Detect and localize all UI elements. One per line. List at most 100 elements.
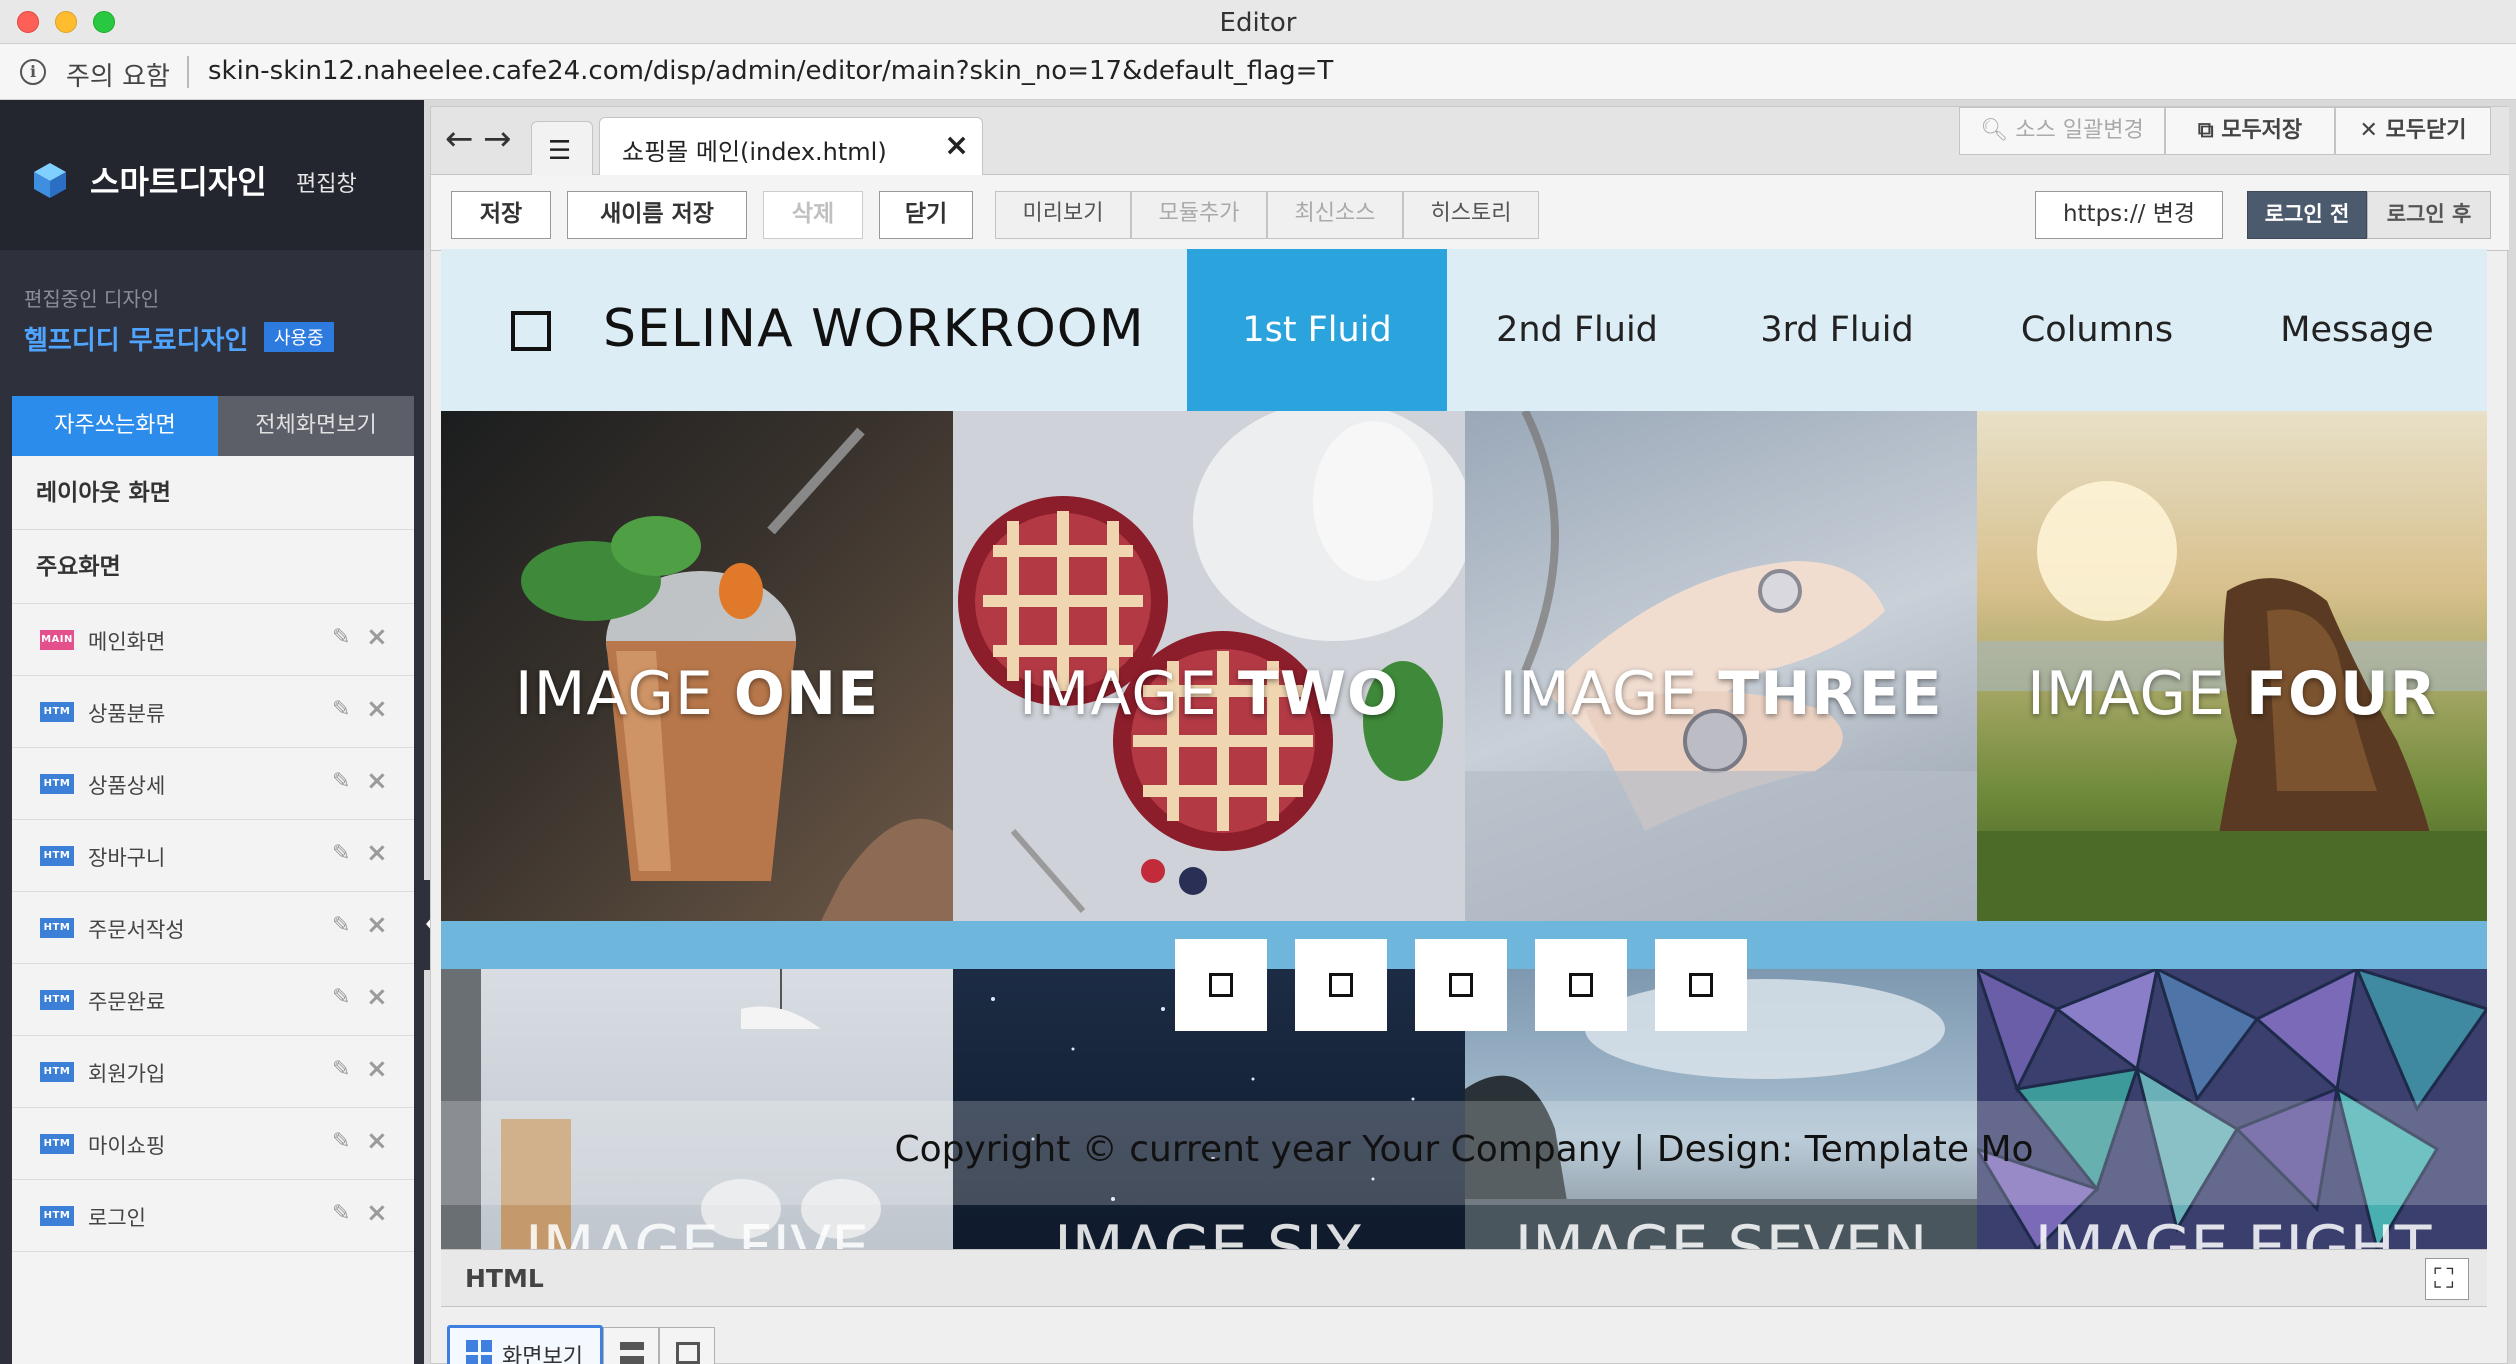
slider-dot-button[interactable] bbox=[1655, 939, 1747, 1031]
slider-dot-button[interactable] bbox=[1175, 939, 1267, 1031]
tile-caption-row2: IMAGE SEVEN bbox=[1514, 1213, 1928, 1249]
section-main-screens[interactable]: 주요화면 bbox=[12, 530, 414, 604]
history-button[interactable]: 히스토리 bbox=[1403, 191, 1539, 239]
site-title: SELINA WORKROOM bbox=[603, 299, 1145, 359]
slider-dot-button[interactable] bbox=[1535, 939, 1627, 1031]
close-all-button[interactable]: ✕ 모두닫기 bbox=[2335, 107, 2491, 155]
after-login-toggle[interactable]: 로그인 후 bbox=[2367, 191, 2491, 239]
source-bulk-change-button[interactable]: 🔍︎ 소스 일괄변경 bbox=[1959, 107, 2165, 155]
editing-design-label: 편집중인 디자인 bbox=[24, 287, 160, 311]
site-nav-item[interactable]: 2nd Fluid bbox=[1447, 249, 1707, 411]
sidebar-item[interactable]: HTM 회원가입 ✎ × bbox=[12, 1036, 414, 1108]
file-tab-index[interactable]: 쇼핑몰 메인(index.html) × bbox=[599, 117, 983, 177]
delete-x-icon[interactable]: × bbox=[366, 766, 388, 796]
sidebar-item[interactable]: HTM 로그인 ✎ × bbox=[12, 1180, 414, 1252]
gallery-tile-1[interactable]: IMAGE ONE bbox=[441, 411, 953, 921]
site-nav-item[interactable]: 3rd Fluid bbox=[1707, 249, 1967, 411]
view-screen-label: 화면보기 bbox=[502, 1345, 583, 1364]
address-bar[interactable]: i 주의 요함 skin-skin12.naheelee.cafe24.com/… bbox=[0, 44, 2516, 100]
screen-list-panel: 레이아웃 화면 주요화면 MAIN 메인화면 ✎ × HTM 상품분류 ✎ × HTM 상품상세 ✎… bbox=[12, 456, 414, 1364]
delete-x-icon[interactable]: × bbox=[366, 622, 388, 652]
pencil-icon[interactable]: ✎ bbox=[332, 1129, 350, 1154]
grid-icon bbox=[466, 1340, 492, 1364]
sidebar-item[interactable]: MAIN 메인화면 ✎ × bbox=[12, 604, 414, 676]
https-change-button[interactable]: https:// 변경 bbox=[2035, 191, 2223, 239]
code-view-icon bbox=[676, 1342, 700, 1364]
site-nav-item[interactable]: 1st Fluid bbox=[1187, 249, 1447, 411]
gallery-tile-2[interactable]: IMAGE TWO bbox=[953, 411, 1465, 921]
window-titlebar: Editor bbox=[0, 0, 2516, 44]
footer-copyright: Copyright © current year Your Company | … bbox=[894, 1129, 2034, 1170]
before-login-toggle[interactable]: 로그인 전 bbox=[2247, 191, 2367, 239]
sidebar-item[interactable]: HTM 주문서작성 ✎ × bbox=[12, 892, 414, 964]
close-button[interactable]: 닫기 bbox=[879, 191, 973, 239]
delete-x-icon[interactable]: × bbox=[366, 1054, 388, 1084]
delete-button[interactable]: 삭제 bbox=[763, 191, 863, 239]
slider-dot-button[interactable] bbox=[1295, 939, 1387, 1031]
tile-caption-1: IMAGE ONE bbox=[514, 659, 880, 729]
square-icon bbox=[1449, 973, 1473, 997]
delete-x-icon[interactable]: × bbox=[366, 694, 388, 724]
delete-x-icon[interactable]: × bbox=[366, 1198, 388, 1228]
section-layout-screens[interactable]: 레이아웃 화면 bbox=[12, 456, 414, 530]
square-icon bbox=[1569, 973, 1593, 997]
add-module-button[interactable]: 모듈추가 bbox=[1131, 191, 1267, 239]
square-icon bbox=[1209, 973, 1233, 997]
sidebar-item-label: 로그인 bbox=[88, 1206, 146, 1230]
pencil-icon[interactable]: ✎ bbox=[332, 625, 350, 650]
pencil-icon[interactable]: ✎ bbox=[332, 1201, 350, 1226]
view-screen-button[interactable]: 화면보기 bbox=[447, 1325, 603, 1364]
square-icon bbox=[1689, 973, 1713, 997]
site-nav-item[interactable]: Message bbox=[2227, 249, 2487, 411]
delete-x-icon[interactable]: × bbox=[366, 982, 388, 1012]
latest-source-button[interactable]: 최신소스 bbox=[1267, 191, 1403, 239]
pencil-icon[interactable]: ✎ bbox=[332, 913, 350, 938]
split-view-button[interactable] bbox=[603, 1327, 659, 1364]
pencil-icon[interactable]: ✎ bbox=[332, 1057, 350, 1082]
save-all-button[interactable]: ⧉ 모두저장 bbox=[2165, 107, 2335, 155]
sidebar-item[interactable]: HTM 장바구니 ✎ × bbox=[12, 820, 414, 892]
sidebar-item[interactable]: HTM 상품상세 ✎ × bbox=[12, 748, 414, 820]
page-preview: SELINA WORKROOM 1st Fluid 2nd Fluid 3rd Fl… bbox=[441, 249, 2487, 1249]
tile-caption-3: IMAGE THREE bbox=[1499, 659, 1943, 729]
htm-file-icon: HTM bbox=[40, 1134, 74, 1154]
pencil-icon[interactable]: ✎ bbox=[332, 769, 350, 794]
square-icon bbox=[1329, 973, 1353, 997]
forward-arrow-icon[interactable]: → bbox=[483, 119, 512, 159]
delete-x-icon[interactable]: × bbox=[366, 910, 388, 940]
gallery-tile-3[interactable]: IMAGE THREE bbox=[1465, 411, 1977, 921]
brand-subtitle: 편집창 bbox=[296, 172, 357, 197]
url-text[interactable]: skin-skin12.naheelee.cafe24.com/disp/adm… bbox=[208, 56, 1333, 86]
file-list-tab[interactable]: ☰ bbox=[531, 121, 593, 175]
pencil-icon[interactable]: ✎ bbox=[332, 697, 350, 722]
delete-x-icon[interactable]: × bbox=[366, 838, 388, 868]
tile-caption-row2: IMAGE EIGHT bbox=[2034, 1213, 2432, 1249]
save-as-button[interactable]: 새이름 저장 bbox=[567, 191, 747, 239]
window-title: Editor bbox=[1219, 8, 1297, 38]
split-view-icon bbox=[620, 1342, 644, 1350]
code-view-button[interactable] bbox=[659, 1327, 715, 1364]
sidebar-item[interactable]: HTM 상품분류 ✎ × bbox=[12, 676, 414, 748]
tile-caption-row2: IMAGE FIVE bbox=[524, 1213, 870, 1249]
expand-button[interactable]: ⛶ bbox=[2425, 1258, 2469, 1300]
slider-dot-button[interactable] bbox=[1415, 939, 1507, 1031]
tab-all-screens[interactable]: 전체화면보기 bbox=[218, 396, 414, 456]
sidebar-item[interactable]: HTM 마이쇼핑 ✎ × bbox=[12, 1108, 414, 1180]
sidebar-item-label: 메인화면 bbox=[88, 630, 166, 654]
site-nav-item[interactable]: Columns bbox=[1967, 249, 2227, 411]
left-sidebar: 스마트디자인 편집창 편집중인 디자인 헬프디디 무료디자인 사용중 자주쓰는화… bbox=[0, 100, 434, 1364]
info-icon[interactable]: i bbox=[20, 59, 46, 85]
pencil-icon[interactable]: ✎ bbox=[332, 985, 350, 1010]
delete-x-icon[interactable]: × bbox=[366, 1126, 388, 1156]
back-arrow-icon[interactable]: ← bbox=[445, 119, 474, 159]
gallery-tile-4[interactable]: IMAGE FOUR bbox=[1977, 411, 2487, 921]
security-warning[interactable]: 주의 요함 bbox=[66, 56, 170, 93]
save-button[interactable]: 저장 bbox=[451, 191, 551, 239]
htm-file-icon: HTM bbox=[40, 990, 74, 1010]
close-tab-icon[interactable]: × bbox=[944, 128, 969, 163]
sidebar-item[interactable]: HTM 주문완료 ✎ × bbox=[12, 964, 414, 1036]
pencil-icon[interactable]: ✎ bbox=[332, 841, 350, 866]
tab-frequent-screens[interactable]: 자주쓰는화면 bbox=[12, 396, 218, 456]
design-name-link[interactable]: 헬프디디 무료디자인 bbox=[24, 320, 248, 357]
preview-button[interactable]: 미리보기 bbox=[995, 191, 1131, 239]
